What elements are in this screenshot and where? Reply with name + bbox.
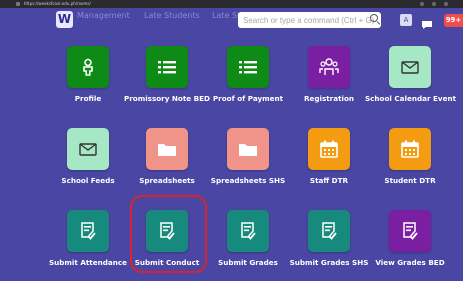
tile-promissory-note-bed[interactable]	[146, 46, 188, 88]
tile-spreadsheets[interactable]	[146, 128, 188, 170]
checklist-icon	[321, 222, 337, 240]
mail-icon	[79, 142, 97, 156]
tile-registration[interactable]	[308, 46, 350, 88]
app-logo[interactable]: W	[56, 11, 73, 28]
tile-label-student-dtr[interactable]: Student DTR	[365, 176, 455, 185]
extension-icon[interactable]	[420, 2, 424, 6]
person-icon	[80, 58, 96, 76]
menu-icon[interactable]	[444, 2, 448, 6]
nav-item-management[interactable]: Management	[77, 11, 130, 20]
search-input[interactable]	[238, 12, 381, 28]
tile-label-proof-of-payment[interactable]: Proof of Payment	[203, 94, 293, 103]
folder-icon	[238, 142, 258, 157]
chat-icon[interactable]	[421, 15, 433, 34]
tile-staff-dtr[interactable]	[308, 128, 350, 170]
tile-label-spreadsheets[interactable]: Spreadsheets	[122, 176, 212, 185]
checklist-icon	[240, 222, 256, 240]
tile-label-registration[interactable]: Registration	[284, 94, 374, 103]
tile-school-calendar-event[interactable]	[389, 46, 431, 88]
calendar-icon	[320, 140, 338, 158]
list-icon	[158, 60, 176, 74]
top-navbar: W Management Late Students Late St A 99+	[0, 8, 463, 32]
search-icon[interactable]	[370, 14, 378, 22]
tile-label-profile[interactable]: Profile	[43, 94, 133, 103]
tile-label-staff-dtr[interactable]: Staff DTR	[284, 176, 374, 185]
selection-highlight	[130, 195, 207, 273]
tile-spreadsheets-shs[interactable]	[227, 128, 269, 170]
language-button[interactable]: A	[400, 14, 412, 26]
tile-label-school-calendar-event[interactable]: School Calendar Event	[365, 94, 456, 103]
profile-icon[interactable]	[432, 2, 436, 6]
tile-submit-grades-shs[interactable]	[308, 210, 350, 252]
tile-student-dtr[interactable]	[389, 128, 431, 170]
tile-school-feeds[interactable]	[67, 128, 109, 170]
url-text[interactable]: https://weeksfcool.edu.ph/rooms/	[24, 0, 91, 8]
list-icon	[239, 60, 257, 74]
tile-view-grades-bed[interactable]	[389, 210, 431, 252]
calendar-icon	[401, 140, 419, 158]
nav-item-late-st[interactable]: Late St	[212, 11, 240, 20]
tile-label-promissory-note-bed[interactable]: Promissory Note BED	[122, 94, 212, 103]
checklist-icon	[80, 222, 96, 240]
lock-icon	[16, 2, 20, 6]
tile-proof-of-payment[interactable]	[227, 46, 269, 88]
nav-item-late-students[interactable]: Late Students	[144, 11, 200, 20]
tile-submit-grades[interactable]	[227, 210, 269, 252]
checklist-icon	[402, 222, 418, 240]
tile-label-spreadsheets-shs[interactable]: Spreadsheets SHS	[203, 176, 293, 185]
tile-label-school-feeds[interactable]: School Feeds	[43, 176, 133, 185]
tile-submit-attendance[interactable]	[67, 210, 109, 252]
browser-address-bar[interactable]: https://weeksfcool.edu.ph/rooms/	[0, 0, 463, 8]
tile-label-submit-grades-shs[interactable]: Submit Grades SHS	[284, 258, 374, 267]
tile-label-submit-attendance[interactable]: Submit Attendance	[43, 258, 133, 267]
folder-icon	[157, 142, 177, 157]
group-icon	[319, 58, 339, 76]
tile-profile[interactable]	[67, 46, 109, 88]
mail-icon	[401, 60, 419, 74]
tile-label-view-grades-bed[interactable]: View Grades BED	[365, 258, 455, 267]
notification-badge[interactable]: 99+	[444, 14, 463, 27]
tile-label-submit-grades[interactable]: Submit Grades	[203, 258, 293, 267]
